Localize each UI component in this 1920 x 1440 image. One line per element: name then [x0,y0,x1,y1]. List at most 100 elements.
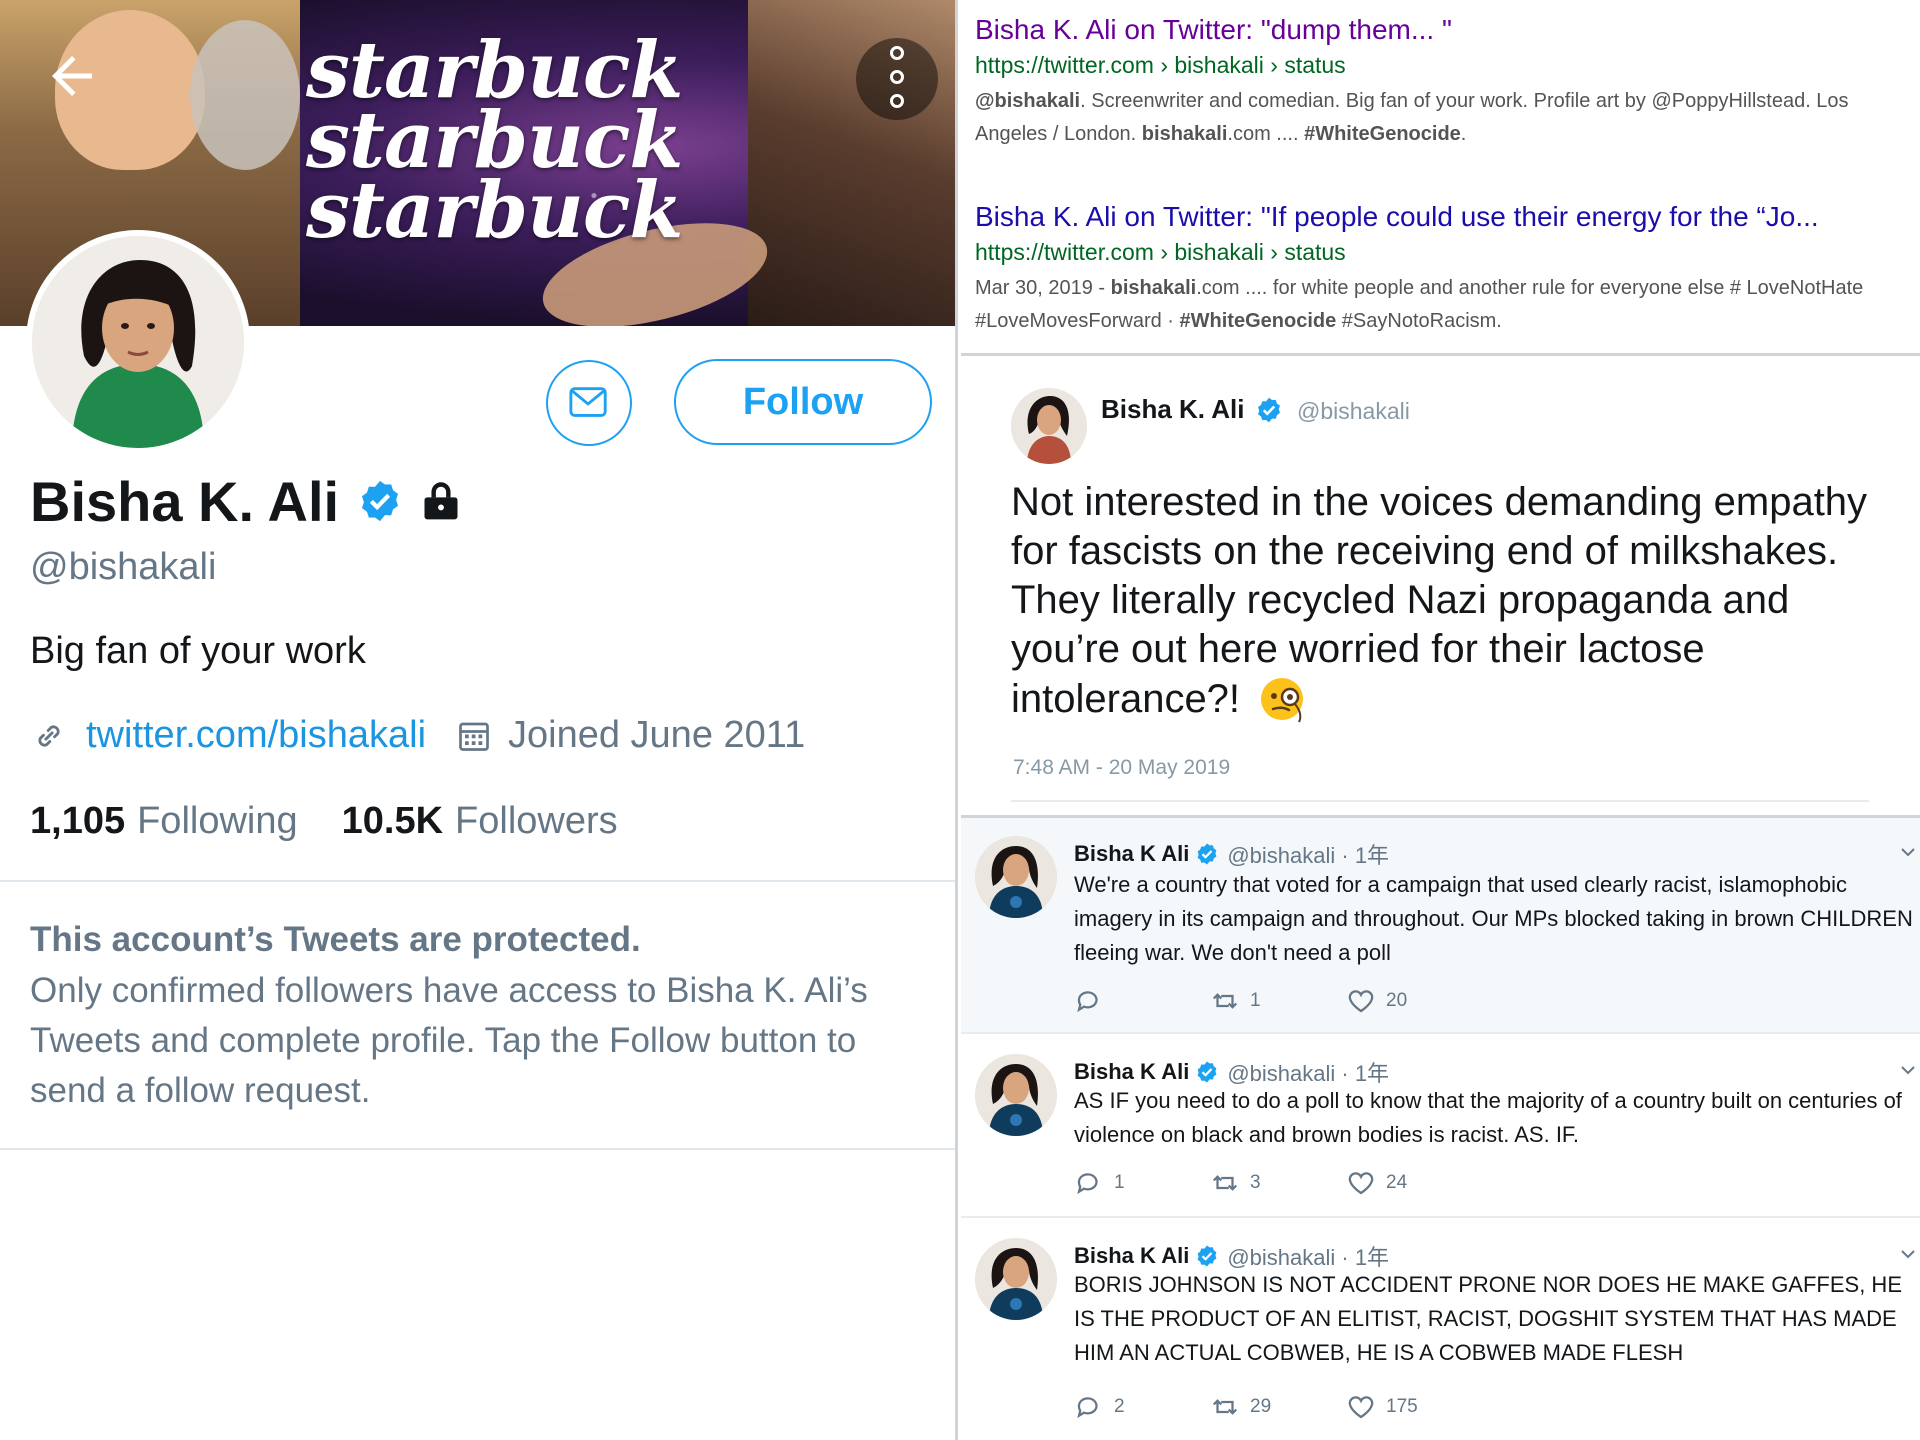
face-with-monocle-icon [1261,678,1304,723]
profile-meta: twitter.com/bishakali Joined June 2011 [30,714,805,757]
link-icon [38,724,60,747]
calendar-icon [459,722,489,751]
avatar[interactable] [975,1054,1057,1136]
tweet-item[interactable]: Bisha K Ali @bishakali · 1年 BORIS JOHNSO… [961,1218,1920,1440]
verified-badge-icon [362,480,399,522]
search-result-title[interactable]: Bisha K. Ali on Twitter: "dump them... " [975,14,1910,46]
verified-badge-icon [1257,397,1280,422]
tweet-actions: 1 3 24 [1074,1168,1482,1198]
retweet-count: 3 [1250,1172,1261,1193]
profile-bio: Big fan of your work [30,630,366,672]
profile-stats: 1,105 Following 10.5K Followers [30,800,662,843]
like-button[interactable]: 20 [1346,986,1482,1016]
tweet-text: Not interested in the voices demanding e… [1011,478,1891,724]
divider [1011,800,1869,802]
profile-website-link[interactable]: twitter.com/bishakali [86,714,426,757]
tweet-author-name[interactable]: Bisha K Ali [1074,1059,1189,1085]
chevron-down-icon[interactable] [1898,1244,1918,1264]
like-count: 175 [1386,1396,1418,1417]
joined-date: Joined June 2011 [508,714,806,756]
retweet-button[interactable]: 1 [1210,986,1346,1016]
tweet-text-body: Not interested in the voices demanding e… [1011,480,1868,721]
followers-label[interactable]: Followers [455,800,618,843]
following-label[interactable]: Following [137,800,298,843]
avatar[interactable] [1011,388,1087,464]
tweet-author-name[interactable]: Bisha K Ali [1074,841,1189,867]
like-count: 24 [1386,1172,1408,1193]
avatar[interactable] [975,1238,1057,1320]
search-result-snippet: Mar 30, 2019 - bishakali.com .... for wh… [975,277,1864,332]
divider [0,1148,955,1150]
search-result-title[interactable]: Bisha K. Ali on Twitter: "If people coul… [975,201,1910,233]
banner-text: starbuck starbuck starbuck [306,32,683,256]
chevron-down-icon[interactable] [1898,1060,1918,1080]
message-button[interactable] [546,360,632,446]
tweet-header: Bisha K Ali @bishakali · 1年 [1074,838,1389,870]
retweet-count: 1 [1250,990,1261,1011]
heart-icon [1348,1172,1374,1195]
verified-badge-icon [1197,1245,1217,1267]
following-count[interactable]: 1,105 [30,800,125,843]
search-result-snippet: @bishakali. Screenwriter and comedian. B… [975,90,1849,145]
reply-icon [1077,1397,1098,1419]
banner-figure [190,20,300,170]
tweet-item[interactable]: Bisha K Ali @bishakali · 1年 AS IF you ne… [961,1034,1920,1218]
reply-icon [1077,991,1098,1013]
embedded-tweet: Bisha K. Ali @bishakali Not interested i… [961,356,1920,818]
retweet-icon [1212,993,1238,1009]
tweet-author-name[interactable]: Bisha K. Ali [1101,394,1245,425]
like-count: 20 [1386,990,1408,1011]
retweet-count: 29 [1250,1396,1272,1417]
heart-icon [1348,1396,1374,1419]
followers-count[interactable]: 10.5K [342,800,443,843]
more-options-icon[interactable] [856,38,938,120]
tweet-author-handle[interactable]: @bishakali [1297,398,1410,425]
heart-icon [1348,990,1374,1013]
search-results-panel: Bisha K. Ali on Twitter: "dump them... "… [961,0,1920,356]
banner-text-line: starbuck [306,165,683,256]
chevron-down-icon[interactable] [1898,842,1918,862]
verified-badge-icon [1197,1061,1217,1083]
avatar[interactable] [975,836,1057,918]
envelope-icon [569,387,607,417]
banner-figure [748,0,955,326]
profile-avatar[interactable] [26,230,250,454]
reply-button[interactable] [1074,986,1210,1016]
profile-panel: starbuck starbuck starbuck Follow Bisha … [0,0,958,1440]
follow-button[interactable]: Follow [674,359,932,445]
tweet-actions: 1 20 [1074,986,1482,1016]
profile-name-row: Bisha K. Ali [30,466,463,536]
retweet-button[interactable]: 29 [1210,1392,1346,1422]
reply-button[interactable]: 1 [1074,1168,1210,1198]
tweet-text: BORIS JOHNSON IS NOT ACCIDENT PRONE NOR … [1074,1272,1902,1365]
protected-notice-title: This account’s Tweets are protected. [30,920,641,959]
divider [0,880,955,882]
lock-icon [424,482,458,520]
like-button[interactable]: 175 [1346,1392,1482,1422]
tweet-list: Bisha K Ali @bishakali · 1年 We're a coun… [961,818,1920,1440]
profile-name: Bisha K. Ali [30,469,340,533]
retweet-button[interactable]: 3 [1210,1168,1346,1198]
search-result-url: https://twitter.com › bishakali › status [975,239,1346,265]
reply-count: 1 [1114,1172,1125,1193]
protected-notice-body: Only confirmed followers have access to … [30,971,868,1110]
tweet-author-name[interactable]: Bisha K Ali [1074,1243,1189,1269]
search-result-url: https://twitter.com › bishakali › status [975,52,1346,78]
search-result: Bisha K. Ali on Twitter: "dump them... "… [975,14,1910,151]
like-button[interactable]: 24 [1346,1168,1482,1198]
profile-handle: @bishakali [30,546,217,588]
tweet-author: Bisha K. Ali [1101,394,1283,425]
tweet-author-handle[interactable]: @bishakali · 1年 [1227,838,1389,870]
tweet-timestamp[interactable]: 7:48 AM - 20 May 2019 [1013,756,1230,780]
tweet-text: AS IF you need to do a poll to know that… [1074,1088,1902,1147]
reply-button[interactable]: 2 [1074,1392,1210,1422]
reply-icon [1077,1173,1098,1195]
search-result: Bisha K. Ali on Twitter: "If people coul… [975,201,1910,338]
back-arrow-icon[interactable] [42,46,102,106]
tweet-text: We're a country that voted for a campaig… [1074,872,1913,965]
retweet-icon [1212,1175,1238,1191]
verified-badge-icon [1197,843,1217,865]
tweet-item[interactable]: Bisha K Ali @bishakali · 1年 We're a coun… [961,818,1920,1034]
retweet-icon [1212,1399,1238,1415]
tweet-actions: 2 29 175 [1074,1392,1482,1422]
